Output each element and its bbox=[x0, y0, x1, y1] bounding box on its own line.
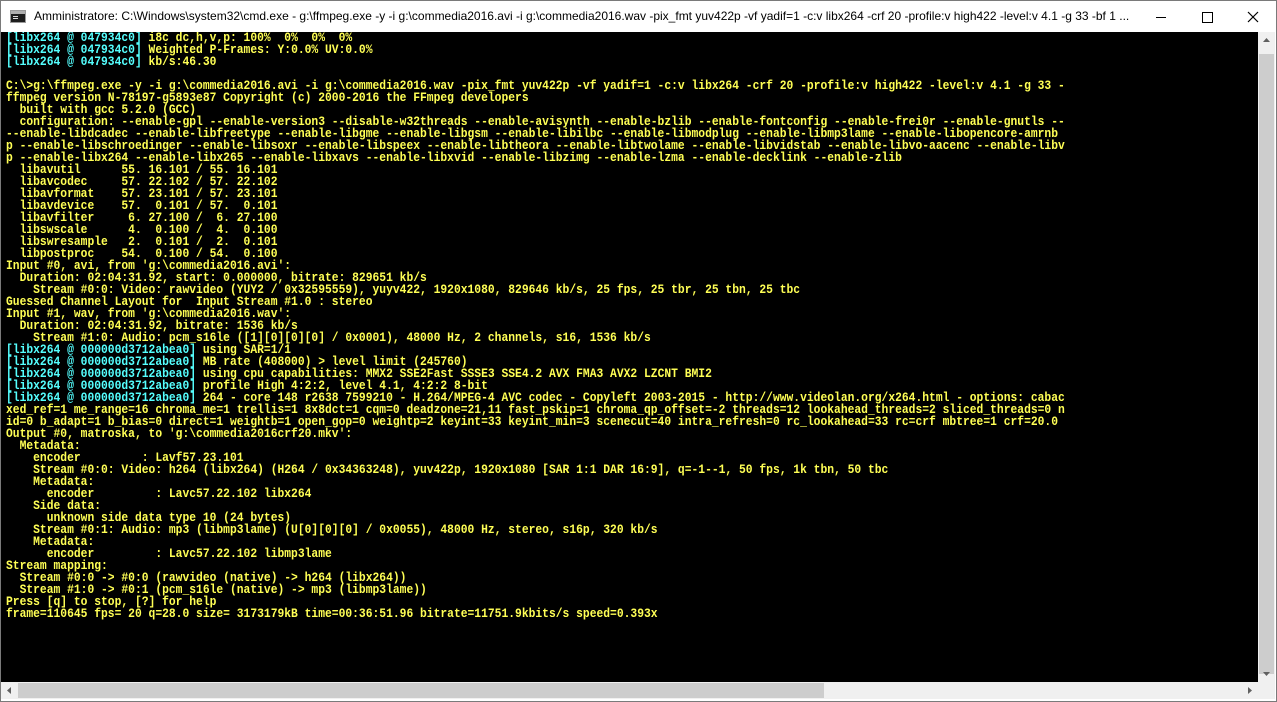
console-line: Stream #0:1: Audio: mp3 (libmp3lame) (U[… bbox=[6, 522, 658, 537]
horizontal-scroll-thumb[interactable] bbox=[18, 683, 824, 698]
scroll-down-arrow[interactable] bbox=[1258, 665, 1275, 682]
vertical-scrollbar[interactable] bbox=[1258, 32, 1275, 682]
scroll-right-arrow[interactable] bbox=[1241, 682, 1258, 699]
vertical-scroll-thumb[interactable] bbox=[1259, 54, 1274, 674]
chevron-right-icon bbox=[1248, 687, 1252, 694]
console-line: [libx264 @ 047934c0] kb/s:46.30 bbox=[6, 54, 216, 69]
minimize-button[interactable] bbox=[1138, 1, 1184, 32]
console-line: frame=110645 fps= 20 q=28.0 size= 317317… bbox=[6, 606, 658, 621]
log-message: kb/s:46.30 bbox=[141, 54, 217, 69]
scrollbar-corner bbox=[1258, 682, 1275, 699]
log-tag: [libx264 @ 047934c0] bbox=[6, 54, 142, 69]
window-title: Amministratore: C:\Windows\system32\cmd.… bbox=[34, 9, 1130, 23]
console-output[interactable]: [libx264 @ 047934c0] i8c dc,h,v,p: 100% … bbox=[1, 32, 1258, 682]
scroll-up-arrow[interactable] bbox=[1258, 32, 1275, 49]
horizontal-scrollbar[interactable] bbox=[1, 682, 1258, 699]
minimize-icon bbox=[1156, 17, 1166, 18]
maximize-button[interactable] bbox=[1184, 1, 1230, 32]
console-line: Stream #0:0: Video: h264 (libx264) (H264… bbox=[6, 462, 889, 477]
maximize-icon bbox=[1202, 12, 1213, 23]
cmd-window: Amministratore: C:\Windows\system32\cmd.… bbox=[0, 0, 1277, 702]
title-bar[interactable]: Amministratore: C:\Windows\system32\cmd.… bbox=[1, 1, 1276, 32]
console-text: [libx264 @ 047934c0] i8c dc,h,v,p: 100% … bbox=[6, 32, 1065, 620]
close-icon bbox=[1247, 11, 1259, 23]
close-button[interactable] bbox=[1230, 1, 1276, 32]
cmd-icon[interactable] bbox=[10, 10, 26, 23]
chevron-left-icon bbox=[7, 687, 11, 694]
scroll-left-arrow[interactable] bbox=[1, 682, 18, 699]
chevron-down-icon bbox=[1263, 672, 1270, 676]
chevron-up-icon bbox=[1263, 38, 1270, 42]
